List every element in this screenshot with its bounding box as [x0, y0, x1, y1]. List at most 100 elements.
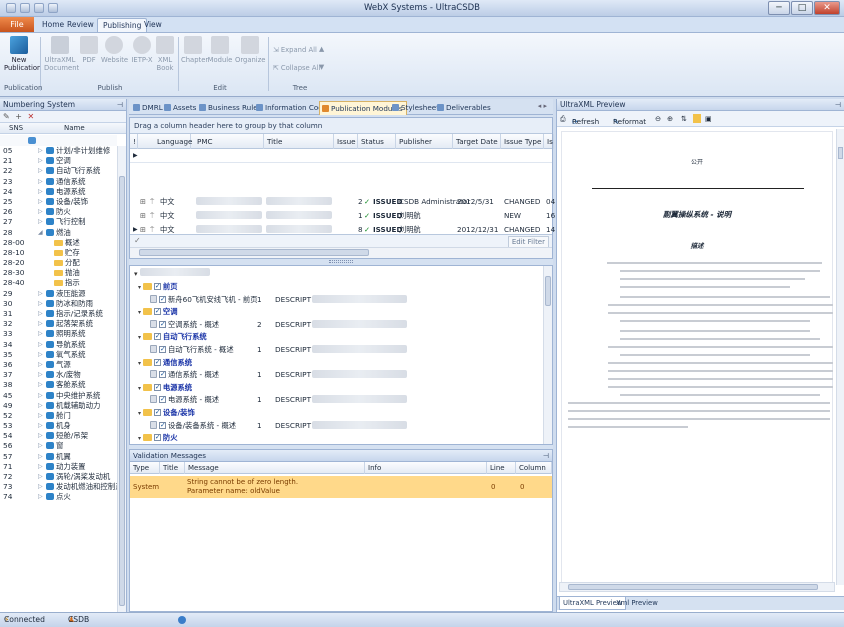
column-header-target-date[interactable]: Target Date [453, 134, 501, 149]
edit-icon[interactable]: ✎ [3, 112, 10, 121]
expand-arrow-icon[interactable]: ▷ [38, 187, 43, 197]
numbering-row[interactable]: 53 ▷ 机身 [0, 421, 117, 431]
validation-column-column[interactable]: Column [516, 462, 552, 474]
validation-column-title[interactable]: Title [160, 462, 185, 474]
tab-review[interactable]: Review [62, 18, 99, 33]
tree-leaf[interactable]: 新舟60飞机安线飞机 - 前页1 DESCRIPT [150, 293, 545, 306]
move-down-icon[interactable]: ▼ [319, 63, 324, 71]
tree-checkbox[interactable] [159, 419, 166, 431]
numbering-row[interactable]: 29 ▷ 液压能源 [0, 289, 117, 299]
tree-folder[interactable]: ▾ 前页 [138, 280, 178, 293]
expand-arrow-icon[interactable]: ▷ [38, 492, 43, 502]
expand-arrow-icon[interactable]: ▷ [38, 217, 43, 227]
tree-root-expander[interactable]: ▾ [134, 270, 138, 278]
expand-arrow-icon[interactable]: ▷ [38, 197, 43, 207]
ultraxml-document-button[interactable]: UltraXML Document [44, 36, 79, 72]
collapse-arrow-icon[interactable]: ◢ [38, 228, 43, 238]
column-header-flag[interactable]: ! [130, 134, 138, 149]
xml-book-button[interactable]: XML Book [155, 36, 175, 72]
numbering-row[interactable]: 28 ◢ 燃油 [0, 228, 117, 238]
tree-folder[interactable]: ▾ 设备/装饰 [138, 406, 195, 419]
highlight-icon[interactable] [693, 114, 701, 123]
numbering-row[interactable]: 28-30 抛油 [0, 268, 117, 278]
tree-checkbox[interactable] [153, 431, 161, 443]
expand-arrow-icon[interactable]: ▷ [38, 289, 43, 299]
column-header-pmc[interactable]: PMC [194, 134, 264, 149]
numbering-row[interactable]: 31 ▷ 指示/记录系统 [0, 309, 117, 319]
move-up-icon[interactable]: ▲ [319, 45, 324, 53]
tree-folder[interactable]: ▾ 自动飞行系统 [138, 330, 207, 343]
tree-folder[interactable]: ▾ 防火 [138, 431, 178, 444]
view-icon[interactable]: ▣ [705, 114, 712, 123]
minimize-button[interactable]: ─ [768, 1, 790, 15]
print-icon[interactable]: ⎙ [560, 114, 566, 124]
sns-column-header[interactable]: SNS [9, 124, 23, 132]
new-publication-button[interactable]: New Publication [4, 36, 41, 72]
tree-checkbox[interactable] [159, 343, 166, 355]
expand-arrow-icon[interactable]: ▷ [38, 431, 43, 441]
tree-checkbox[interactable] [159, 368, 166, 380]
column-header-issue[interactable]: Issue [334, 134, 358, 149]
column-header-issue-type[interactable]: Issue Type [501, 134, 544, 149]
expand-arrow-icon[interactable]: ▷ [38, 411, 43, 421]
expand-arrow-icon[interactable]: ▷ [38, 380, 43, 390]
tree-checkbox[interactable] [159, 393, 166, 405]
delete-icon[interactable]: ✕ [28, 112, 35, 121]
module-button[interactable]: Module [207, 36, 233, 64]
tree-checkbox[interactable] [153, 406, 161, 418]
expand-arrow-icon[interactable]: ▷ [38, 146, 43, 156]
tree-leaf[interactable]: 自动飞行系统 - 概述 1 DESCRIPT [150, 343, 545, 356]
expand-arrow-icon[interactable]: ▷ [38, 309, 43, 319]
expand-arrow-icon[interactable]: ▷ [38, 207, 43, 217]
validation-column-message[interactable]: Message [185, 462, 365, 474]
validation-column-line[interactable]: Line [487, 462, 516, 474]
tree-folder[interactable]: ▾ 空调 [138, 305, 178, 318]
zoom-out-icon[interactable]: ⊖ [655, 114, 661, 123]
preview-pin-icon[interactable]: ⊣ [835, 99, 841, 111]
tree-leaf[interactable]: 空调系统 - 概述 2 DESCRIPT [150, 318, 545, 331]
filter-check-icon[interactable]: ✓ [134, 236, 141, 245]
validation-row[interactable]: System String cannot be of zero length. … [130, 476, 552, 498]
numbering-root-row[interactable] [0, 135, 117, 146]
numbering-row[interactable]: 26 ▷ 防火 [0, 207, 117, 217]
validation-column-type[interactable]: Type [130, 462, 160, 474]
numbering-row[interactable]: 56 ▷ 窗 [0, 441, 117, 451]
numbering-row[interactable]: 71 ▷ 动力装置 [0, 462, 117, 472]
tree-folder[interactable]: ▾ 电源系统 [138, 381, 192, 394]
chapter-button[interactable]: Chapter [181, 36, 208, 64]
numbering-row[interactable]: 33 ▷ 照明系统 [0, 329, 117, 339]
column-header-publisher[interactable]: Publisher [396, 134, 453, 149]
expand-row-icon[interactable]: ⊞ [140, 195, 146, 209]
numbering-row[interactable]: 27 ▷ 飞行控制 [0, 217, 117, 227]
tree-checkbox[interactable] [159, 293, 166, 305]
numbering-row[interactable]: 05 ▷ 计划/非计划维修 [0, 146, 117, 156]
column-header-is[interactable]: Is [544, 134, 554, 149]
maximize-button[interactable]: □ [791, 1, 813, 15]
preview-vertical-scrollbar[interactable] [836, 129, 844, 585]
expand-arrow-icon[interactable]: ▷ [38, 401, 43, 411]
numbering-row[interactable]: 22 ▷ 自动飞行系统 [0, 166, 117, 176]
collapse-all-button[interactable]: ⇱ Collapse All [273, 64, 320, 72]
tree-folder[interactable]: ▾ 通信系统 [138, 356, 192, 369]
expand-arrow-icon[interactable]: ▷ [38, 177, 43, 187]
column-header-status[interactable]: Status [358, 134, 396, 149]
add-icon[interactable]: + [15, 112, 22, 121]
tree-root-row[interactable]: ▾ [134, 268, 210, 279]
expand-all-button[interactable]: ⇲ Expand All [273, 46, 317, 54]
numbering-row[interactable]: 45 ▷ 中央维护系统 [0, 391, 117, 401]
expand-arrow-icon[interactable]: ▷ [38, 350, 43, 360]
expand-arrow-icon[interactable]: ▷ [38, 370, 43, 380]
tab-view[interactable]: View [139, 18, 167, 33]
tree-checkbox[interactable] [153, 330, 161, 342]
numbering-row[interactable]: 28-10 贮存 [0, 248, 117, 258]
pdf-button[interactable]: PDF [79, 36, 99, 64]
numbering-row[interactable]: 38 ▷ 客舱系统 [0, 380, 117, 390]
numbering-scrollbar[interactable] [117, 146, 126, 612]
numbering-row[interactable]: 28-20 分配 [0, 258, 117, 268]
numbering-row[interactable]: 57 ▷ 机翼 [0, 452, 117, 462]
tab-scroll-icon[interactable]: ◂ ▸ [538, 102, 547, 110]
numbering-row[interactable]: 49 ▷ 机载辅助动力 [0, 401, 117, 411]
numbering-row[interactable]: 74 ▷ 点火 [0, 492, 117, 502]
numbering-row[interactable]: 73 ▷ 发动机燃油和控制系统 [0, 482, 117, 492]
expand-arrow-icon[interactable]: ▷ [38, 319, 43, 329]
